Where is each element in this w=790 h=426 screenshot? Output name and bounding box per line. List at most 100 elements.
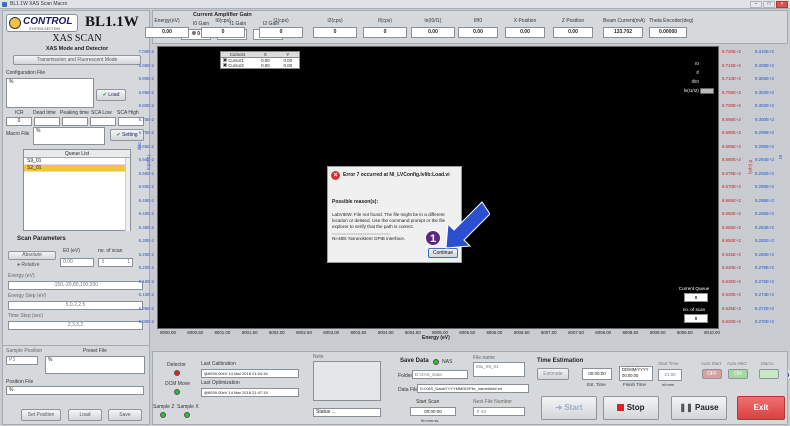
y-tick-left: 6.85E-2	[138, 89, 154, 95]
auto-abo-toggle[interactable]: ON	[728, 369, 748, 379]
queue-item-selected[interactable]: S2_01	[24, 165, 130, 172]
note-textarea[interactable]	[313, 361, 381, 401]
preset-file-input[interactable]: %	[45, 356, 145, 374]
preset-file-label: Preset File	[83, 348, 107, 354]
start-time-format: hh:mm	[662, 382, 675, 387]
cursor-x: 0.00	[261, 63, 270, 68]
relative-radio[interactable]: ● Relative	[17, 262, 40, 268]
y-tick-left: 6.35E-2	[138, 224, 154, 230]
set-position-button[interactable]: Set Position	[21, 409, 61, 421]
cursor-row[interactable]: Cursor2 0.00 0.00	[221, 63, 299, 68]
finish-time-field: DD/MM/YYYY 00:00:00	[619, 366, 653, 381]
macro-toggle[interactable]	[759, 369, 779, 379]
absolute-radio[interactable]: Absolute	[8, 251, 56, 260]
next-file-label: Next File Number	[473, 399, 512, 405]
exit-button[interactable]: Exit	[737, 396, 785, 420]
y-tick-right-i0: 9.280E+2	[755, 251, 774, 257]
estimate-button[interactable]: Estimate	[537, 368, 569, 380]
window-title: BL1.1W XAS Scan Macro	[10, 1, 68, 7]
auto-start-toggle[interactable]: OFF	[702, 369, 722, 379]
queue-item[interactable]: S9_01	[24, 158, 130, 165]
i0-gain-value: 0	[197, 31, 201, 37]
cursor-table[interactable]: Cursors X Y Cursor1 0.00 0.00 Cursor2 0.…	[220, 51, 300, 69]
folder-label: Folder	[398, 373, 413, 379]
dead-time-field[interactable]	[34, 117, 60, 126]
config-file-input[interactable]: %	[6, 78, 94, 108]
start-label: Start	[564, 403, 583, 412]
minimize-button[interactable]: –	[750, 1, 762, 8]
file-name-field[interactable]: Mix_S9_01	[473, 362, 525, 377]
position-file-input[interactable]: %	[6, 386, 144, 395]
pause-button[interactable]: ❚❚ Pause	[671, 396, 727, 420]
annotation-badge-1: 1	[425, 230, 441, 246]
y-tick-right-i0: 9.296E+2	[755, 143, 774, 149]
y-tick-right-if: 8.630E+2	[722, 292, 741, 297]
peaking-time-field[interactable]	[62, 117, 88, 126]
x-tick: 8000.50	[187, 330, 204, 335]
e0-field[interactable]: 0.00	[60, 258, 94, 267]
readout-value: 0.00	[505, 27, 545, 38]
start-button[interactable]: ➜ Start	[541, 396, 597, 420]
y-axis-label-right2: If (cps)	[748, 160, 753, 175]
readout-value: 0.00	[411, 27, 455, 38]
energy-step-label: Energy Step (eV)	[8, 293, 47, 299]
readout-label: Beam Current(mA)	[603, 18, 645, 24]
legend-item: ln(I1/I2)	[652, 88, 714, 97]
annotation-arrow-1-icon	[445, 201, 490, 249]
auto-abo-label: Auto ABO	[727, 361, 747, 366]
est-time-field: 00:00:00	[582, 368, 612, 380]
stepper-arrows-icon[interactable]: ⇕	[101, 259, 105, 266]
y-tick-right-i0: 9.292E+2	[755, 170, 774, 176]
x-tick: 8006.00	[486, 330, 503, 335]
readout-label: I2(cps)	[327, 18, 343, 24]
load-position-button[interactable]: Load	[68, 409, 102, 421]
y-tick-right-i0: 9.286E+2	[755, 211, 774, 216]
next-file-field[interactable]: ⇕ 43	[473, 407, 525, 416]
sca-low-field[interactable]	[90, 117, 116, 126]
last-optimization-label: Last Optimization	[201, 380, 240, 386]
folder-field[interactable]: D:\XAS_Data	[412, 370, 468, 379]
stop-button[interactable]: Stop	[603, 396, 659, 420]
queue-list[interactable]: Queue List S9_01 S2_01	[23, 149, 131, 231]
readout-label: I0(cps)	[215, 18, 231, 24]
x-tick: 8001.00	[214, 330, 231, 335]
y-tick-left: 6.25E-2	[138, 251, 154, 257]
logo-emblem-icon	[9, 17, 21, 29]
x-axis-label: Energy (eV)	[422, 335, 450, 341]
time-step-label: Time Step (sec)	[8, 313, 44, 319]
icr-field[interactable]: 0	[6, 117, 32, 126]
y-tick-right-i0: 9.272E+2	[755, 305, 774, 311]
logo-subtext: SYSTEM SECTION	[29, 27, 60, 31]
dcm-move-label: DCM Move	[165, 381, 191, 387]
data-file-label: Data File	[398, 387, 419, 393]
start-time-field[interactable]: 21:00	[658, 369, 682, 381]
detector-label: Detector	[167, 362, 186, 368]
queue-list-title: Queue List	[24, 150, 130, 158]
sample-position-field[interactable]: P3	[6, 356, 38, 365]
dcm-led-icon	[174, 389, 180, 395]
legend-item: If/I0	[652, 79, 714, 88]
readout-value: 133.702	[603, 27, 643, 38]
window-controls: – □ ×	[750, 1, 788, 8]
next-file-value: 43	[481, 409, 487, 414]
last-calibration-label: Last Calibration	[201, 361, 236, 367]
queue-scrollbar[interactable]	[125, 158, 130, 231]
maximize-button[interactable]: □	[763, 1, 775, 8]
window-close-button[interactable]: ×	[776, 1, 788, 8]
macro-file-input[interactable]: %	[33, 127, 105, 145]
stepper-arrows-icon[interactable]: ⇕	[476, 409, 480, 414]
y-tick-left: 6.50E-2	[138, 184, 154, 189]
start-scan-format: hh:mm:ss	[421, 418, 439, 423]
peaking-time-label: Peaking time	[60, 110, 89, 116]
y-tick-right-if: 8.645E+2	[722, 251, 741, 257]
plot-legend[interactable]: I0 If If/I0 ln(I1/I2)	[652, 61, 714, 97]
y-tick-right-if: 8.705E+2	[722, 89, 741, 95]
nas-label: NAS	[442, 359, 453, 365]
status-field: Status ...	[313, 408, 381, 417]
sca-high-label: SCA High	[117, 110, 139, 116]
x-tick: 8006.50	[513, 330, 530, 335]
y-tick-left: 6.00E-2	[138, 319, 154, 324]
y-tick-right-if: 8.690E+2	[722, 130, 741, 135]
y-tick-right-i0: 9.274E+2	[755, 292, 774, 297]
save-position-button[interactable]: Save	[108, 409, 142, 421]
